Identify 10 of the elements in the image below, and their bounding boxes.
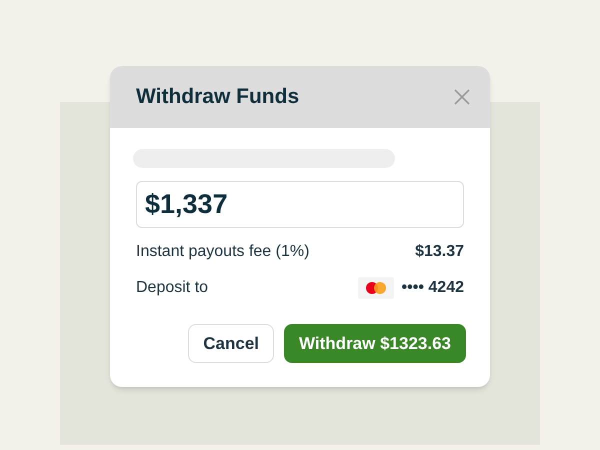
amount-field[interactable]: $1,337 bbox=[136, 181, 464, 228]
dialog-title: Withdraw Funds bbox=[136, 84, 300, 110]
withdraw-button[interactable]: Withdraw $1323.63 bbox=[284, 324, 466, 363]
close-icon[interactable] bbox=[454, 89, 470, 105]
row-value: •••• 4242 bbox=[402, 278, 464, 298]
card-brand-icon bbox=[358, 277, 394, 299]
row-label: Deposit to bbox=[136, 278, 208, 298]
cancel-button[interactable]: Cancel bbox=[188, 324, 274, 363]
row-value: $13.37 bbox=[415, 242, 464, 262]
row-label: Instant payouts fee (1%) bbox=[136, 242, 310, 262]
